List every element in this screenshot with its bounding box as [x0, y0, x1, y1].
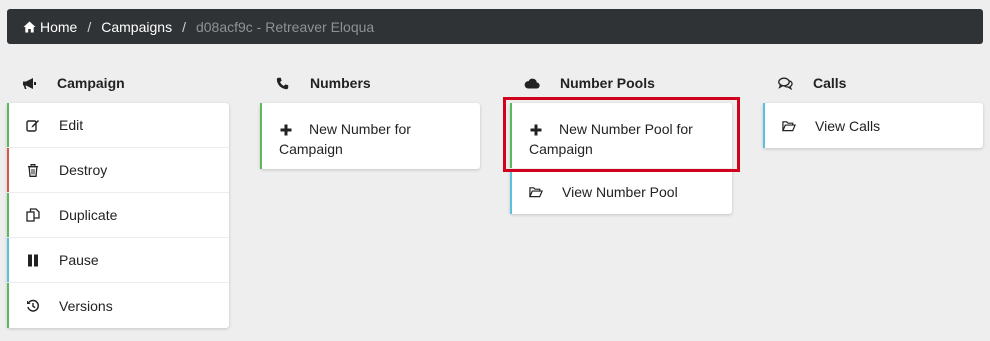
new-number-for-campaign-label: New Number for Campaign — [279, 121, 411, 157]
edit-campaign-button[interactable]: Edit — [7, 103, 229, 148]
folder-open-icon — [782, 119, 796, 133]
destroy-label: Destroy — [59, 162, 108, 178]
campaign-heading: Campaign — [7, 70, 229, 96]
duplicate-label: Duplicate — [59, 207, 118, 223]
comments-icon — [777, 76, 793, 90]
calls-heading-label: Calls — [813, 75, 847, 91]
number-pools-heading-label: Number Pools — [560, 75, 655, 91]
new-number-for-campaign-button[interactable]: New Number for Campaign — [260, 103, 480, 169]
breadcrumb-separator: / — [182, 18, 186, 35]
plus-icon — [279, 123, 293, 137]
campaign-actions-list: Edit Destroy Duplicate Pause Versions — [7, 103, 229, 328]
accent-bar — [7, 238, 9, 282]
accent-bar — [510, 103, 512, 168]
breadcrumb-home-link[interactable]: Home — [23, 19, 77, 35]
history-icon — [26, 299, 40, 313]
copy-icon — [26, 208, 40, 222]
numbers-heading: Numbers — [260, 70, 480, 96]
calls-actions-list: View Calls — [763, 103, 983, 148]
pause-campaign-button[interactable]: Pause — [7, 238, 229, 283]
pause-label: Pause — [59, 252, 99, 268]
accent-bar — [7, 103, 9, 147]
pause-icon — [26, 253, 40, 267]
accent-bar — [260, 103, 262, 169]
calls-column: Calls View Calls — [763, 70, 983, 148]
calls-heading: Calls — [763, 70, 983, 96]
breadcrumb-current: d08acf9c - Retreaver Eloqua — [195, 18, 375, 35]
breadcrumb: Home / Campaigns / d08acf9c - Retreaver … — [7, 9, 983, 44]
breadcrumb-campaigns-link[interactable]: Campaigns — [101, 19, 172, 35]
new-number-pool-for-campaign-button[interactable]: New Number Pool for Campaign — [510, 103, 732, 169]
campaign-column: Campaign Edit Destroy Duplicate Pause Ve… — [7, 70, 229, 328]
folder-open-icon — [529, 185, 543, 199]
home-icon — [23, 21, 36, 33]
numbers-actions-list: New Number for Campaign — [260, 103, 480, 169]
number-pools-heading: Number Pools — [510, 70, 732, 96]
plus-icon — [529, 123, 543, 137]
numbers-heading-label: Numbers — [310, 75, 371, 91]
accent-bar — [510, 169, 512, 214]
edit-icon — [26, 118, 40, 132]
breadcrumb-home-label: Home — [40, 18, 78, 35]
numbers-column: Numbers New Number for Campaign — [260, 70, 480, 169]
phone-icon — [274, 76, 290, 90]
bullhorn-icon — [21, 76, 37, 90]
view-number-pool-label: View Number Pool — [562, 183, 678, 200]
trash-icon — [26, 163, 40, 177]
number-pools-actions-list: New Number Pool for Campaign View Number… — [510, 103, 732, 214]
accent-bar — [763, 103, 765, 148]
accent-bar — [7, 193, 9, 237]
duplicate-campaign-button[interactable]: Duplicate — [7, 193, 229, 238]
new-number-pool-for-campaign-label: New Number Pool for Campaign — [529, 121, 693, 157]
campaign-heading-label: Campaign — [57, 75, 125, 91]
view-calls-button[interactable]: View Calls — [763, 103, 983, 148]
breadcrumb-separator: / — [87, 18, 92, 35]
accent-bar — [7, 283, 9, 328]
edit-label: Edit — [59, 117, 84, 133]
destroy-campaign-button[interactable]: Destroy — [7, 148, 229, 193]
number-pools-column: Number Pools New Number Pool for Campaig… — [510, 70, 732, 214]
versions-button[interactable]: Versions — [7, 283, 229, 328]
accent-bar — [7, 148, 9, 192]
view-number-pool-button[interactable]: View Number Pool — [510, 169, 732, 214]
versions-label: Versions — [59, 297, 113, 314]
view-calls-label: View Calls — [815, 117, 881, 134]
cloud-icon — [524, 76, 540, 90]
